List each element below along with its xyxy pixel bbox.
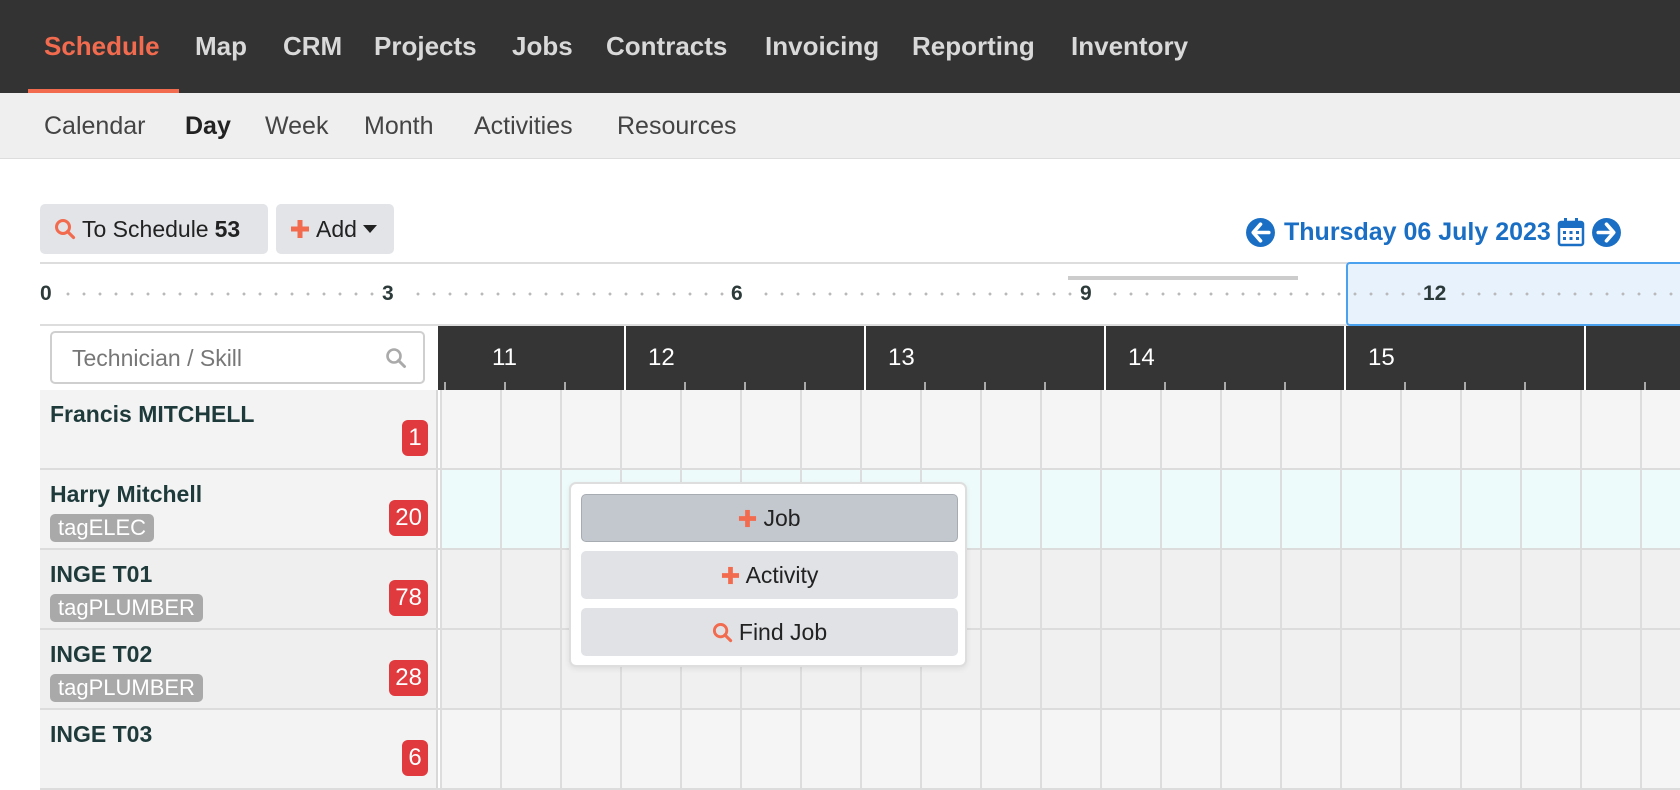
subnav-resources[interactable]: Resources — [617, 93, 737, 159]
skill-tag: tagPLUMBER — [50, 674, 203, 702]
nav-jobs[interactable]: Jobs — [512, 0, 573, 93]
hour-column: 11 — [438, 326, 626, 390]
nav-schedule[interactable]: Schedule — [44, 0, 160, 93]
plus-icon — [291, 220, 309, 238]
to-schedule-label: To Schedule — [82, 215, 209, 242]
ruler-tick: 0 — [40, 282, 52, 305]
add-job-button[interactable]: Job — [581, 494, 958, 542]
hour-label: 12 — [648, 344, 675, 371]
hour-label: 13 — [888, 344, 915, 371]
nav-crm[interactable]: CRM — [283, 0, 342, 93]
subnav-week[interactable]: Week — [265, 93, 328, 159]
timeline-header: 11 12 13 14 15 — [438, 326, 1680, 390]
job-count-badge: 6 — [402, 740, 428, 776]
overview-ruler[interactable]: 0 3 6 9 12 — [40, 262, 1680, 326]
resource-label[interactable]: INGE T01 tagPLUMBER 78 — [40, 550, 438, 628]
create-context-menu: Job Activity Find Job — [569, 482, 967, 667]
resource-label[interactable]: INGE T02 tagPLUMBER 28 — [40, 630, 438, 708]
current-date[interactable]: Thursday 06 July 2023 — [1284, 218, 1551, 247]
search-icon — [386, 348, 406, 368]
subnav-activities[interactable]: Activities — [474, 93, 573, 159]
resource-row: Francis MITCHELL 1 — [40, 390, 1680, 470]
date-navigator: Thursday 06 July 2023 — [1245, 213, 1622, 251]
hour-column: 12 — [624, 326, 864, 390]
calendar-icon[interactable] — [1557, 217, 1585, 247]
resource-name: INGE T03 — [50, 721, 153, 747]
ruler-tick: 3 — [382, 282, 394, 305]
job-count-badge: 28 — [389, 660, 428, 696]
job-count-badge: 78 — [389, 580, 428, 616]
hour-label: 14 — [1128, 344, 1155, 371]
to-schedule-button[interactable]: To Schedule 53 — [40, 204, 268, 254]
add-button[interactable]: Add — [276, 204, 394, 254]
ruler-tick: 9 — [1080, 282, 1092, 305]
hour-column: 13 — [864, 326, 1104, 390]
ruler-tick: 12 — [1423, 282, 1447, 305]
add-label: Add — [316, 215, 357, 242]
ruler-dots — [410, 292, 730, 296]
arrow-left-circle-icon[interactable] — [1245, 217, 1276, 248]
nav-map[interactable]: Map — [195, 0, 247, 93]
ruler-dots — [758, 292, 1078, 296]
top-nav: Schedule Map CRM Projects Jobs Contracts… — [0, 0, 1680, 93]
skill-tag: tagPLUMBER — [50, 594, 203, 622]
caret-down-icon — [362, 225, 377, 233]
add-job-label: Job — [763, 504, 801, 531]
hour-label: 15 — [1368, 344, 1395, 371]
sub-nav: Calendar Day Week Month Activities Resou… — [0, 93, 1680, 159]
hour-column — [1584, 326, 1680, 390]
subnav-calendar[interactable]: Calendar — [44, 93, 145, 159]
to-schedule-count: 53 — [214, 215, 241, 242]
schedule-grid[interactable] — [440, 710, 1680, 788]
add-activity-button[interactable]: Activity — [581, 551, 958, 599]
subnav-month[interactable]: Month — [364, 93, 433, 159]
resource-label[interactable]: INGE T03 6 — [40, 710, 438, 788]
nav-inventory[interactable]: Inventory — [1071, 0, 1188, 93]
resource-row: INGE T03 6 — [40, 710, 1680, 790]
nav-invoicing[interactable]: Invoicing — [765, 0, 879, 93]
hour-label: 11 — [492, 344, 517, 371]
resource-search — [50, 331, 425, 384]
nav-reporting[interactable]: Reporting — [912, 0, 1035, 93]
resource-name: INGE T02 — [50, 641, 153, 667]
subnav-day[interactable]: Day — [185, 93, 231, 159]
nav-contracts[interactable]: Contracts — [606, 0, 727, 93]
ruler-tick: 6 — [731, 282, 743, 305]
ruler-dots — [1455, 292, 1675, 296]
search-icon — [55, 219, 76, 240]
resource-label[interactable]: Francis MITCHELL 1 — [40, 390, 438, 468]
plus-icon — [721, 566, 739, 584]
arrow-right-circle-icon[interactable] — [1591, 217, 1622, 248]
hour-column: 14 — [1104, 326, 1344, 390]
resource-label[interactable]: Harry Mitchell tagELEC 20 — [40, 470, 438, 548]
ruler-dots — [1107, 292, 1427, 296]
plus-icon — [739, 509, 757, 527]
hour-column: 15 — [1344, 326, 1584, 390]
resource-name: INGE T01 — [50, 561, 153, 587]
nav-projects[interactable]: Projects — [374, 0, 477, 93]
skill-tag: tagELEC — [50, 514, 155, 542]
find-job-label: Find Job — [738, 618, 828, 645]
job-count-badge: 20 — [389, 500, 428, 536]
range-indicator — [1068, 276, 1298, 280]
search-icon — [712, 622, 733, 642]
job-count-badge: 1 — [402, 420, 428, 456]
add-activity-label: Activity — [745, 561, 819, 588]
resource-name: Harry Mitchell — [50, 481, 203, 507]
technician-skill-input[interactable] — [72, 342, 372, 374]
ruler-dots — [60, 292, 380, 296]
resource-name: Francis MITCHELL — [50, 401, 255, 427]
schedule-grid[interactable] — [440, 390, 1680, 468]
find-job-button[interactable]: Find Job — [581, 608, 958, 656]
